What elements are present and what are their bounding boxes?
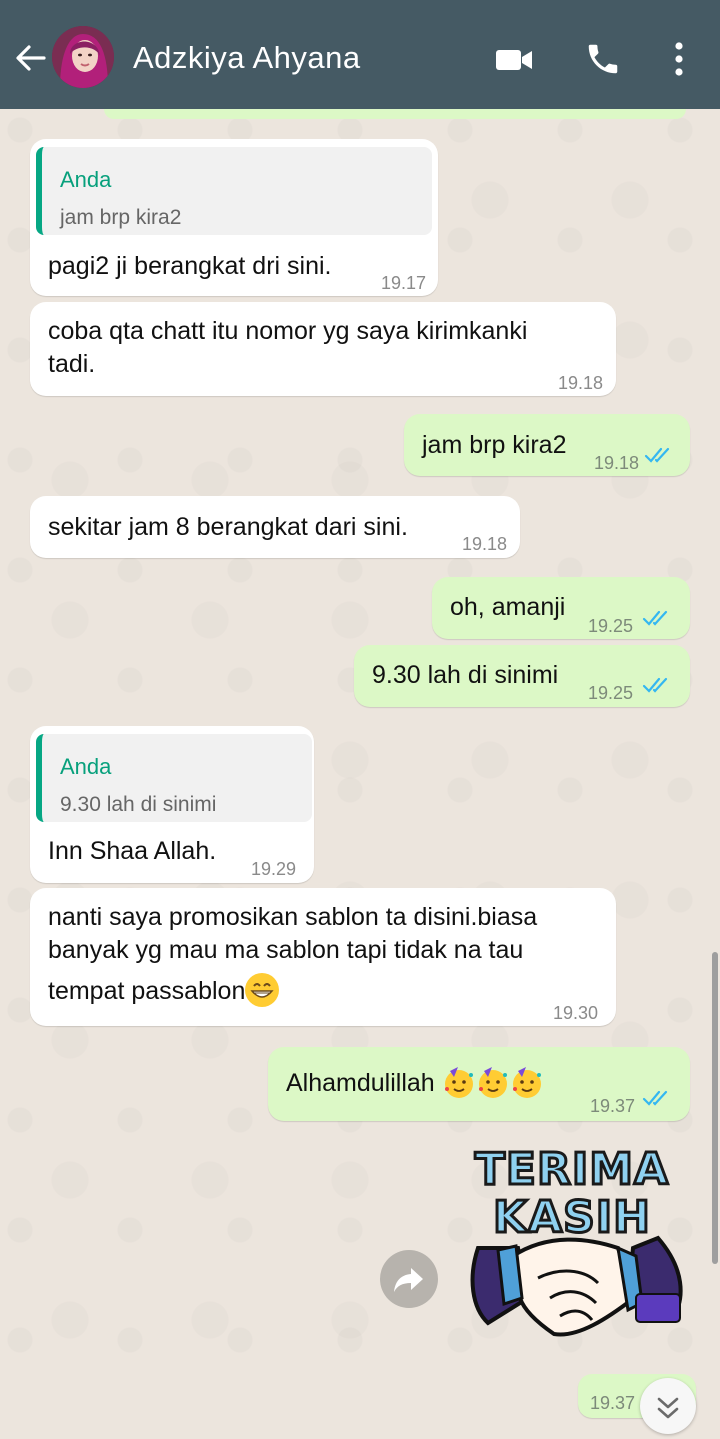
message-time: 19.37: [590, 1096, 636, 1116]
message-time: 19.18: [462, 534, 508, 554]
video-call-icon[interactable]: [494, 40, 534, 80]
quote-text: jam brp kira2: [60, 206, 182, 229]
outgoing-message[interactable]: 9.30 lah di sinimi 19.25: [354, 645, 690, 707]
incoming-message[interactable]: sekitar jam 8 berangkat dari sini. 19.18: [30, 496, 520, 558]
message-text: jam brp kira2: [422, 431, 567, 459]
message-text: Inn Shaa Allah.: [48, 837, 217, 865]
back-arrow-icon[interactable]: [14, 42, 46, 74]
terima-kasih-sticker[interactable]: TERIMA KASIH: [458, 1138, 694, 1368]
read-ticks-icon: [642, 677, 668, 693]
more-options-icon[interactable]: [668, 40, 690, 78]
previous-outgoing-bubble-edge: [104, 109, 686, 119]
message-time: 19.25: [588, 616, 634, 636]
partying-face-emoji: [476, 1065, 510, 1099]
quote-author: Anda: [60, 754, 112, 779]
message-text-line: nanti saya promosikan sablon ta disini.b…: [48, 903, 538, 931]
message-text-line: banyak yg mau ma sablon tapi tidak na ta…: [48, 936, 524, 964]
scroll-to-bottom-button[interactable]: [640, 1378, 696, 1434]
incoming-message[interactable]: nanti saya promosikan sablon ta disini.b…: [30, 888, 616, 1026]
avatar[interactable]: [52, 26, 114, 88]
incoming-message[interactable]: Anda 9.30 lah di sinimi Inn Shaa Allah. …: [30, 726, 314, 883]
sticker-text-line: KASIH: [491, 1191, 652, 1245]
message-time: 19.29: [251, 859, 297, 879]
incoming-message[interactable]: Anda jam brp kira2 pagi2 ji berangkat dr…: [30, 139, 438, 296]
message-time: 19.18: [594, 453, 640, 473]
scrollbar-thumb[interactable]: [712, 952, 718, 1264]
forward-arrow-icon: [394, 1268, 423, 1292]
sticker-text-line: TERIMA: [473, 1143, 670, 1197]
contact-name[interactable]: Adzkiya Ahyana: [133, 40, 361, 76]
message-text-line: coba qta chatt itu nomor yg saya kirimka…: [48, 317, 528, 345]
message-text-line: tadi.: [48, 350, 96, 378]
partying-face-emoji: [510, 1065, 544, 1099]
message-text: pagi2 ji berangkat dri sini.: [48, 252, 332, 280]
partying-face-emoji: [442, 1065, 476, 1099]
outgoing-message[interactable]: Alhamdulillah 19.37: [268, 1047, 690, 1121]
incoming-message[interactable]: coba qta chatt itu nomor yg saya kirimka…: [30, 302, 616, 396]
message-time: 19.37: [590, 1393, 636, 1413]
message-text: sekitar jam 8 berangkat dari sini.: [48, 513, 408, 541]
read-ticks-icon: [644, 447, 670, 463]
chat-header: Adzkiya Ahyana: [0, 0, 720, 109]
message-time: 19.17: [381, 273, 427, 293]
read-ticks-icon: [642, 1090, 668, 1106]
message-text: 9.30 lah di sinimi: [372, 661, 559, 689]
message-text-line: tempat passablon: [48, 977, 246, 1005]
quoted-reply[interactable]: Anda jam brp kira2: [36, 147, 432, 235]
message-time: 19.30: [553, 1003, 599, 1023]
message-text-line-with-emoji: tempat passablon: [48, 973, 280, 1008]
message-time: 19.25: [588, 683, 634, 703]
forward-button[interactable]: [380, 1250, 438, 1308]
read-ticks-icon: [642, 610, 668, 626]
quote-author: Anda: [60, 167, 112, 192]
message-time: 19.18: [558, 373, 604, 393]
outgoing-message[interactable]: oh, amanji 19.25: [432, 577, 690, 639]
message-text-with-emoji: Alhamdulillah: [286, 1065, 544, 1100]
message-text: oh, amanji: [450, 593, 566, 621]
phone-icon[interactable]: [584, 40, 622, 78]
grinning-face-emoji: [245, 973, 280, 1007]
message-text: Alhamdulillah: [286, 1069, 435, 1097]
quoted-reply[interactable]: Anda 9.30 lah di sinimi: [36, 734, 312, 822]
quote-text: 9.30 lah di sinimi: [60, 793, 217, 816]
outgoing-message[interactable]: jam brp kira2 19.18: [404, 414, 690, 476]
double-chevron-down-icon: [657, 1397, 679, 1419]
